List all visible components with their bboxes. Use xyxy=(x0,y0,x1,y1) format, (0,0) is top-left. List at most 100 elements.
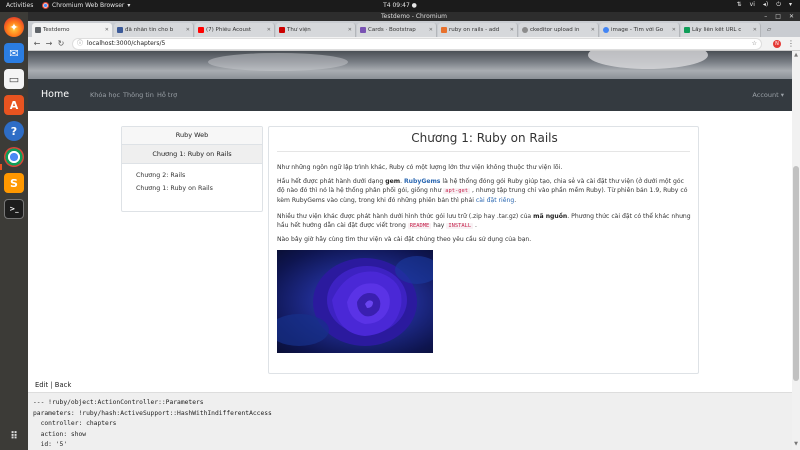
sidebar-current-chapter[interactable]: Chương 1: Ruby on Rails xyxy=(122,145,262,164)
reload-icon[interactable]: ↻ xyxy=(56,39,66,49)
page-icon xyxy=(35,27,41,33)
code-install: INSTALL xyxy=(446,223,474,230)
tab-label: Cards · Bootstrap xyxy=(368,27,416,33)
tab-ckeditor[interactable]: ckeditor upload in ✕ xyxy=(519,23,599,37)
banner-shape xyxy=(208,53,348,71)
link-separator: | xyxy=(48,381,55,389)
close-icon[interactable]: ✕ xyxy=(348,27,352,33)
rose-illustration xyxy=(277,256,433,346)
new-tab-button[interactable]: ▱ xyxy=(764,23,778,37)
window-title: Testdemo - Chromium xyxy=(381,13,447,20)
language-indicator: vi xyxy=(749,1,755,8)
brand-home-link[interactable]: Home xyxy=(41,89,69,100)
terminal-icon[interactable]: >_ xyxy=(4,199,24,219)
page-scrollbar[interactable]: ▲ ▼ xyxy=(792,51,800,450)
tab-thu-vien[interactable]: Thư viện ✕ xyxy=(276,23,356,37)
files-icon[interactable]: ▭ xyxy=(4,69,24,89)
scrollbar-thumb[interactable] xyxy=(793,166,799,381)
tab-label: Thư viện xyxy=(287,27,311,33)
scroll-down-icon[interactable]: ▼ xyxy=(792,441,800,447)
close-icon[interactable]: ✕ xyxy=(789,12,794,21)
app-menu[interactable]: Chromium Web Browser ▾ xyxy=(42,2,130,9)
back-arrow-icon[interactable]: ← xyxy=(32,39,42,49)
chapter-sidebar: Ruby Web Chương 1: Ruby on Rails Chương … xyxy=(121,126,263,212)
show-applications-icon[interactable]: ⠿ xyxy=(4,426,24,446)
close-icon[interactable]: ✕ xyxy=(429,27,433,33)
tab-youtube[interactable]: (7) Phiêu Acoust ✕ xyxy=(195,23,275,37)
sidebar-course-title[interactable]: Ruby Web xyxy=(122,127,262,145)
tab-testdemo[interactable]: Testdemo ✕ xyxy=(32,23,112,37)
close-icon[interactable]: ✕ xyxy=(510,27,514,33)
plus-icon: ▱ xyxy=(767,27,772,33)
thunderbird-icon[interactable]: ✉ xyxy=(4,43,24,63)
close-icon[interactable]: ✕ xyxy=(267,27,271,33)
maximize-icon[interactable]: □ xyxy=(775,12,781,21)
address-bar[interactable]: ⓘ localhost:3000/chapters/5 ☆ xyxy=(72,38,762,50)
tab-label: (7) Phiêu Acoust xyxy=(206,27,252,33)
close-icon[interactable]: ✕ xyxy=(105,27,109,33)
app-menu-label: Chromium Web Browser xyxy=(52,2,125,9)
sublime-text-icon[interactable]: S xyxy=(4,173,24,193)
rose-image xyxy=(277,250,433,353)
paragraph-1: Như những ngôn ngữ lập trình khác, Ruby … xyxy=(277,164,563,171)
close-icon[interactable]: ✕ xyxy=(753,27,757,33)
header-banner-image xyxy=(28,51,792,79)
install-separately-link[interactable]: cài đặt riêng xyxy=(476,197,514,204)
close-icon[interactable]: ✕ xyxy=(672,27,676,33)
tab-label: Lấy liên kết URL c xyxy=(692,27,742,33)
software-center-icon[interactable]: A xyxy=(4,95,24,115)
scroll-up-icon[interactable]: ▲ xyxy=(792,52,800,58)
google-icon xyxy=(603,27,609,33)
firefox-icon[interactable]: ✦ xyxy=(4,17,24,37)
menu-icon[interactable]: ⋮ xyxy=(786,39,796,49)
bold-ma-nguon: mã nguồn xyxy=(533,213,568,220)
rails-icon xyxy=(279,27,285,33)
banner-shape xyxy=(588,51,708,69)
minimize-icon[interactable]: – xyxy=(764,12,767,21)
chevron-down-icon: ▾ xyxy=(788,1,792,8)
forward-arrow-icon[interactable]: → xyxy=(44,39,54,49)
code-apt-get: apt-get xyxy=(443,188,471,195)
activities-button[interactable]: Activities xyxy=(6,2,33,9)
stackoverflow-icon xyxy=(441,27,447,33)
star-icon[interactable]: ☆ xyxy=(752,39,757,49)
chevron-down-icon: ▾ xyxy=(127,2,131,9)
system-top-bar: Activities Chromium Web Browser ▾ T4 09:… xyxy=(0,0,800,12)
paragraph-3: Nhiều thư viện khác được phát hành dưới … xyxy=(277,212,692,231)
extension-icon[interactable]: N xyxy=(773,40,781,48)
tab-label: image - Tìm với Go xyxy=(611,27,664,33)
account-dropdown[interactable]: Account ▾ xyxy=(752,91,784,99)
nav-thong-tin[interactable]: Thông tin xyxy=(123,91,154,99)
tab-google-search[interactable]: image - Tìm với Go ✕ xyxy=(600,23,680,37)
tab-facebook[interactable]: đã nhắn tin cho b ✕ xyxy=(114,23,194,37)
nav-ho-tro[interactable]: Hỗ trợ xyxy=(157,91,177,99)
close-icon[interactable]: ✕ xyxy=(186,27,190,33)
info-icon[interactable]: ⓘ xyxy=(77,39,83,49)
bold-gem: gem xyxy=(385,178,401,185)
system-tray[interactable]: ⇅ vi ◂) ⏻ ▾ xyxy=(737,1,792,9)
help-icon[interactable]: ? xyxy=(4,121,24,141)
tab-label: Testdemo xyxy=(43,27,70,33)
tab-label: ruby on rails - add xyxy=(449,27,500,33)
back-link[interactable]: Back xyxy=(55,381,72,389)
edit-link[interactable]: Edit xyxy=(35,381,48,389)
chapter-content-card: Chương 1: Ruby on Rails Như những ngôn n… xyxy=(268,126,699,374)
sidebar-item-chuong-2[interactable]: Chương 2: Rails xyxy=(136,172,185,179)
tab-bootstrap[interactable]: Cards · Bootstrap ✕ xyxy=(357,23,437,37)
tab-url-link[interactable]: Lấy liên kết URL c ✕ xyxy=(681,23,761,37)
sidebar-item-chuong-1[interactable]: Chương 1: Ruby on Rails xyxy=(136,185,213,192)
browser-toolbar: ← → ↻ ⓘ localhost:3000/chapters/5 ☆ N ⋮ xyxy=(28,37,800,51)
chromium-icon xyxy=(42,2,49,9)
chromium-icon[interactable] xyxy=(4,147,24,167)
params-debug-output: --- !ruby/object:ActionController::Param… xyxy=(28,392,792,450)
tab-stackoverflow[interactable]: ruby on rails - add ✕ xyxy=(438,23,518,37)
rubygems-link[interactable]: RubyGems xyxy=(404,178,440,185)
action-links: Edit | Back xyxy=(35,381,71,389)
close-icon[interactable]: ✕ xyxy=(591,27,595,33)
nav-khoa-hoc[interactable]: Khóa học xyxy=(90,91,120,99)
address-url: localhost:3000/chapters/5 xyxy=(87,40,166,47)
paragraph-2: Hầu hết được phát hành dưới dạng gem. Ru… xyxy=(277,177,692,206)
github-icon xyxy=(522,27,528,33)
text: hay xyxy=(431,222,447,230)
site-navbar: Home Khóa học Thông tin Hỗ trợ Account ▾ xyxy=(28,79,792,111)
